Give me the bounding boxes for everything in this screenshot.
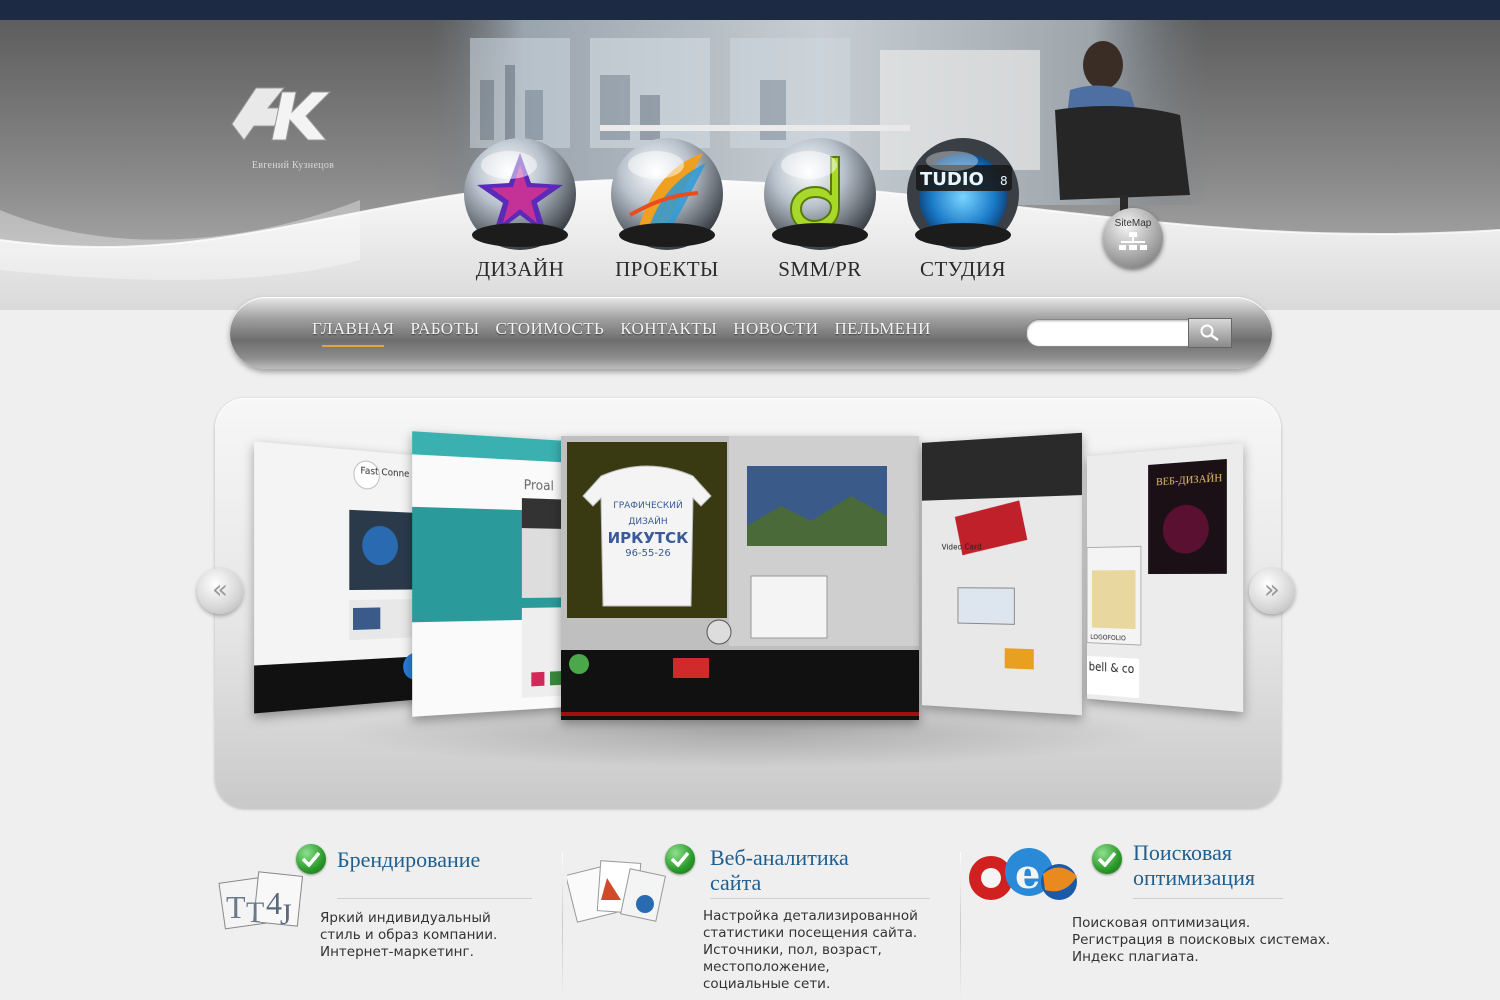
feature-branding-text: Яркий индивидуальный стиль и образ компа… [320, 910, 497, 961]
carousel-slide-5[interactable]: ВЕБ-ДИЗАЙН LOGOFOLIO bell & co [1086, 442, 1244, 713]
slide-3-shirt-print: ГРАФИЧЕСКИЙ ДИЗАЙН ИРКУТСК 96-55-26 [585, 498, 711, 562]
top-bar [0, 0, 1500, 20]
shirt-line-4: 96-55-26 [625, 548, 671, 559]
shirt-line-2: ДИЗАЙН [628, 517, 668, 527]
feature-seo-text-line-1: Поисковая оптимизация. [1072, 915, 1251, 931]
feature-branding-text-line-3: Интернет-маркетинг. [320, 944, 474, 960]
slide-4-preview [921, 432, 1082, 716]
svg-text:TUDIO: TUDIO [920, 169, 984, 190]
shirt-line-3: ИРКУТСК [607, 529, 689, 547]
feature-divider-2 [960, 852, 961, 1000]
header: Евгений Кузнецов ДИЗАЙН ПРОЕКТЫ SMM/PR T… [0, 20, 1500, 310]
feature-seo-text-line-2: Регистрация в поисковых системах. [1072, 932, 1331, 948]
nav-link-contacts[interactable]: КОНТАКТЫ [620, 319, 717, 339]
svg-text:T: T [226, 889, 246, 925]
svg-text:T: T [246, 896, 264, 929]
feature-branding-text-line-2: стиль и образ компании. [320, 927, 498, 943]
nav-links: ГЛАВНАЯ РАБОТЫ СТОИМОСТЬ КОНТАКТЫ НОВОСТ… [312, 319, 947, 347]
feature-branding-rule [337, 898, 532, 899]
feature-web-analytics-title-line-1: Веб-аналитика [710, 845, 849, 870]
menu-projects[interactable]: ПРОЕКТЫ [602, 135, 732, 282]
dreamweaver-orb-icon [761, 135, 879, 253]
feature-divider-1 [562, 852, 563, 1000]
search-input[interactable] [1039, 322, 1193, 346]
feature-seo-text-line-3: Индекс плагиата. [1072, 949, 1199, 965]
browsers-icon: e [969, 848, 1077, 900]
feature-seo: e Поисковая оптимизация Поисковая оптими… [965, 836, 1365, 976]
search-button[interactable] [1188, 318, 1232, 348]
feature-web-analytics-text-line-4: местоположение, [703, 959, 830, 975]
feature-web-analytics-title: Веб-аналитика сайта [710, 845, 849, 895]
menu-studio[interactable]: TUDIO 8 СТУДИЯ [898, 135, 1028, 282]
nav-link-pricing[interactable]: СТОИМОСТЬ [495, 319, 604, 339]
feature-seo-title-line-2: оптимизация [1133, 865, 1255, 890]
nav-link-works[interactable]: РАБОТЫ [410, 319, 479, 339]
feature-seo-rule [1133, 898, 1283, 899]
carousel-slide-4[interactable]: Video Card [921, 432, 1082, 716]
typography-icon: T T 4 J [218, 871, 304, 931]
feature-web-analytics-text-line-1: Настройка детализированной [703, 908, 918, 924]
logo[interactable]: Евгений Кузнецов [218, 78, 368, 178]
feature-branding-text-line-1: Яркий индивидуальный [320, 910, 491, 926]
logo-subtitle: Евгений Кузнецов [251, 160, 335, 171]
feature-seo-text: Поисковая оптимизация. Регистрация в пои… [1072, 915, 1330, 966]
slide-3-preview [561, 436, 919, 720]
sitemap-icon [1119, 232, 1147, 250]
svg-text:8: 8 [1000, 174, 1008, 188]
feature-web-analytics: Веб-аналитика сайта Настройка детализиро… [565, 840, 955, 1000]
check-icon [1092, 844, 1122, 874]
svg-text:J: J [280, 898, 292, 931]
menu-smm-pr[interactable]: SMM/PR [755, 135, 885, 282]
slide-4-caption: Video Card [941, 542, 982, 552]
documents-icon [567, 860, 666, 923]
slide-2-caption: Proal [523, 478, 554, 495]
check-icon [665, 844, 695, 874]
feature-web-analytics-text-line-5: социальные сети. [703, 976, 831, 992]
slide-5-logo: LOGOFOLIO [1090, 633, 1126, 643]
carousel-slide-3-active[interactable]: ГРАФИЧЕСКИЙ ДИЗАЙН ИРКУТСК 96-55-26 [561, 436, 919, 720]
shirt-line-1: ГРАФИЧЕСКИЙ [613, 501, 683, 511]
feather-orb-icon [608, 135, 726, 253]
feature-branding-title-line-1: Брендирование [337, 847, 481, 872]
sitemap-label: SiteMap [1114, 218, 1152, 229]
feature-web-analytics-text-line-3: Источники, пол, возраст, [703, 942, 882, 958]
star-orb-icon [461, 135, 579, 253]
check-icon [296, 844, 326, 874]
menu-design[interactable]: ДИЗАЙН [455, 135, 585, 282]
feature-branding: T T 4 J Брендирование Яркий индивидуальн… [210, 840, 550, 980]
sitemap-button[interactable]: SiteMap [1103, 208, 1163, 268]
nav-link-pelmeni[interactable]: ПЕЛЬМЕНИ [834, 319, 930, 339]
carousel-next-button[interactable]: » [1249, 568, 1295, 614]
nav-link-home[interactable]: ГЛАВНАЯ [312, 319, 394, 347]
feature-web-analytics-rule [710, 898, 930, 899]
menu-smm-pr-label: SMM/PR [778, 257, 862, 281]
feature-web-analytics-text-line-2: статистики посещения сайта. [703, 925, 918, 941]
svg-text:e: e [1015, 851, 1040, 898]
nav-bar: ГЛАВНАЯ РАБОТЫ СТОИМОСТЬ КОНТАКТЫ НОВОСТ… [230, 297, 1272, 369]
portfolio-carousel: Fast Conne Proal ГРАФИЧЕСКИЙ ДИЗАЙН ИРКУ… [197, 398, 1295, 808]
feature-branding-title: Брендирование [337, 847, 480, 872]
feature-web-analytics-title-line-2: сайта [710, 870, 762, 895]
feature-seo-title: Поисковая оптимизация [1133, 840, 1255, 890]
menu-studio-label: СТУДИЯ [919, 257, 1007, 281]
menu-design-label: ДИЗАЙН [475, 257, 565, 281]
search-icon [1200, 324, 1219, 342]
menu-projects-label: ПРОЕКТЫ [615, 257, 719, 281]
studio-orb-icon: TUDIO 8 [904, 135, 1022, 253]
nav-link-news[interactable]: НОВОСТИ [733, 319, 818, 339]
feature-seo-title-line-1: Поисковая [1133, 840, 1232, 865]
logo-mark-icon [231, 87, 332, 141]
carousel-prev-button[interactable]: « [197, 568, 243, 614]
feature-web-analytics-text: Настройка детализированной статистики по… [703, 908, 918, 993]
